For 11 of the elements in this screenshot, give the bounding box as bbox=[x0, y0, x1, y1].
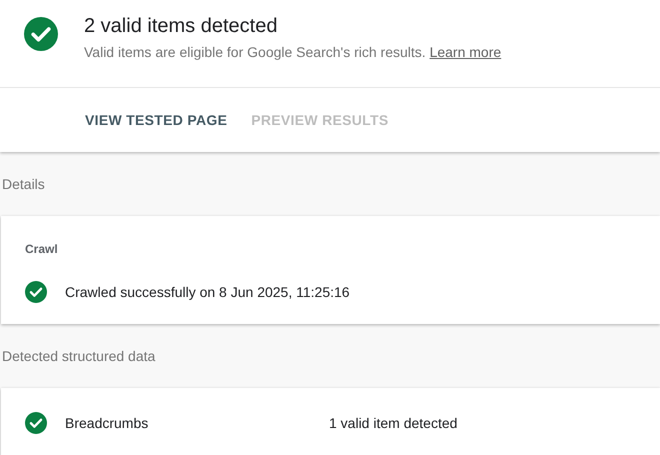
result-description: Valid items are eligible for Google Search's rich results. Learn more bbox=[84, 44, 502, 60]
section-heading: Details bbox=[2, 176, 45, 192]
result-title: 2 valid items detected bbox=[84, 15, 278, 37]
action-button[interactable]: VIEW TESTED PAGE bbox=[73, 104, 240, 136]
crawl-status-text: Crawled successfully on 8 Jun 2025, 11:25:16 bbox=[65, 284, 350, 300]
data-type: Breadcrumbs bbox=[65, 415, 150, 431]
section-heading: Detected structured data bbox=[2, 348, 156, 364]
structured-data-row[interactable]: Breadcrumbs 1 valid item detected bbox=[1, 388, 660, 455]
card-title: Crawl bbox=[25, 242, 58, 256]
learn-more-link[interactable]: Learn more bbox=[430, 44, 502, 60]
item-count: 1 valid item detected bbox=[329, 415, 458, 431]
